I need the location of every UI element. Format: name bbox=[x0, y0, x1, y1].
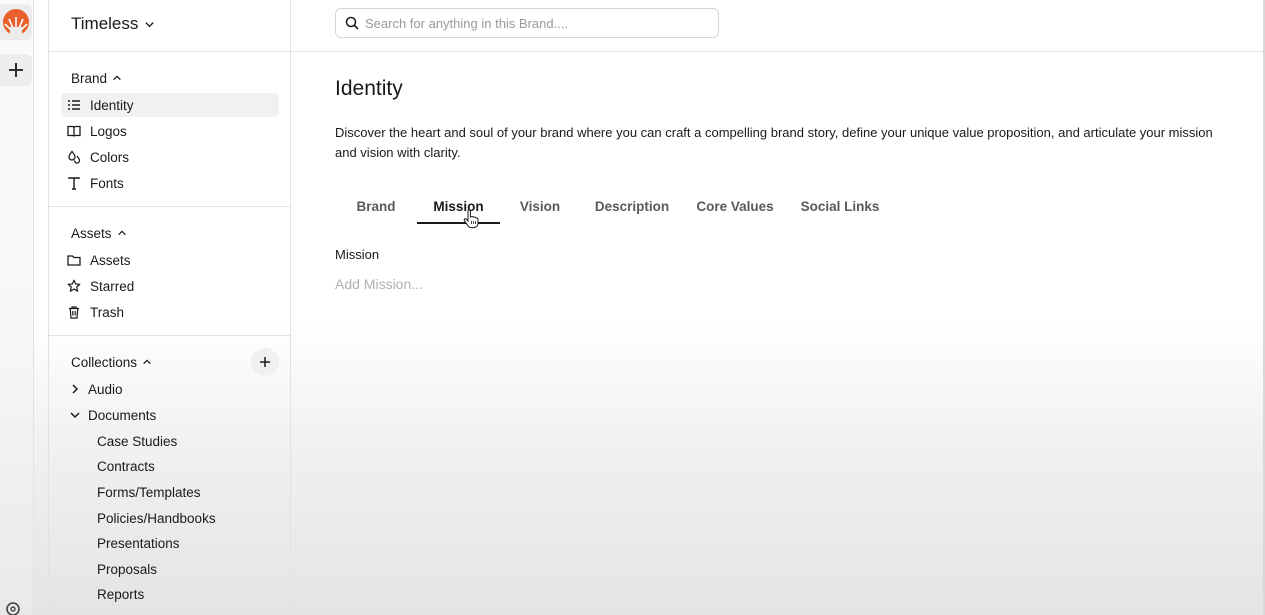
chevron-up-icon bbox=[143, 359, 151, 365]
section-brand-label: Brand bbox=[71, 70, 108, 86]
tab-label: Brand bbox=[356, 198, 396, 214]
search-icon bbox=[345, 16, 359, 30]
divider bbox=[49, 335, 290, 336]
collection-item-label: Case Studies bbox=[97, 433, 178, 449]
collection-item-reports[interactable]: Reports bbox=[97, 583, 144, 605]
workspace-switcher[interactable]: Timeless bbox=[71, 13, 155, 35]
page-title: Identity bbox=[335, 77, 403, 100]
add-collection-button[interactable] bbox=[251, 348, 279, 376]
sidebar-item-label: Starred bbox=[90, 278, 135, 294]
tab-description[interactable]: Description bbox=[580, 188, 684, 224]
collection-item-proposals[interactable]: Proposals bbox=[97, 558, 157, 580]
section-brand-toggle[interactable]: Brand bbox=[71, 69, 122, 87]
tab-core-values[interactable]: Core Values bbox=[684, 188, 786, 224]
tab-label: Vision bbox=[519, 198, 561, 214]
plus-icon bbox=[9, 63, 23, 77]
list-icon bbox=[68, 100, 80, 110]
collection-documents[interactable]: Documents bbox=[69, 404, 156, 426]
mission-input[interactable] bbox=[335, 274, 935, 294]
divider bbox=[291, 51, 1265, 52]
hand-pointer-icon bbox=[463, 209, 479, 229]
gear-icon[interactable] bbox=[4, 600, 22, 615]
workspace-logo-button[interactable] bbox=[0, 4, 32, 40]
chevron-down-icon bbox=[70, 412, 80, 419]
sidebar: Timeless Brand Identity Logos Colors Fon… bbox=[48, 0, 291, 615]
collection-label: Audio bbox=[88, 381, 123, 397]
chevron-down-icon bbox=[145, 21, 155, 27]
chevron-up-icon bbox=[117, 230, 126, 236]
collection-item-policies-handbooks[interactable]: Policies/Handbooks bbox=[97, 507, 216, 529]
star-icon bbox=[67, 279, 81, 292]
collection-item-forms-templates[interactable]: Forms/Templates bbox=[97, 481, 201, 503]
tab-label: Description bbox=[594, 198, 670, 214]
chevron-right-icon bbox=[72, 384, 79, 394]
sidebar-item-assets[interactable]: Assets bbox=[61, 248, 279, 272]
tab-brand[interactable]: Brand bbox=[335, 188, 417, 224]
search-input[interactable] bbox=[365, 15, 705, 31]
workspace-name: Timeless bbox=[71, 14, 139, 33]
sidebar-item-identity[interactable]: Identity bbox=[61, 93, 279, 117]
book-icon bbox=[67, 125, 81, 137]
collection-item-case-studies[interactable]: Case Studies bbox=[97, 430, 177, 452]
mission-field-label: Mission bbox=[335, 247, 380, 262]
section-assets-toggle[interactable]: Assets bbox=[71, 224, 127, 242]
collection-audio[interactable]: Audio bbox=[69, 378, 123, 400]
search-bar[interactable] bbox=[335, 8, 719, 38]
divider bbox=[49, 51, 290, 52]
folder-icon bbox=[67, 255, 81, 266]
collection-item-presentations[interactable]: Presentations bbox=[97, 532, 180, 554]
divider bbox=[49, 206, 290, 207]
sidebar-item-label: Colors bbox=[90, 149, 130, 165]
section-collections-toggle[interactable]: Collections bbox=[71, 353, 152, 371]
type-icon bbox=[68, 177, 80, 190]
active-tab-indicator bbox=[417, 222, 500, 224]
sunburst-logo-icon bbox=[3, 9, 29, 36]
collection-item-label: Reports bbox=[97, 586, 145, 602]
tab-label: Social Links bbox=[800, 198, 880, 214]
collection-item-label: Policies/Handbooks bbox=[97, 510, 216, 526]
tab-mission[interactable]: Mission bbox=[417, 188, 500, 224]
sidebar-item-label: Logos bbox=[90, 123, 127, 139]
collection-label: Documents bbox=[88, 407, 157, 423]
sidebar-item-logos[interactable]: Logos bbox=[61, 119, 279, 143]
sidebar-item-label: Assets bbox=[90, 252, 131, 268]
chevron-up-icon bbox=[113, 75, 121, 81]
app-window: Timeless Brand Identity Logos Colors Fon… bbox=[0, 0, 1265, 615]
collection-item-label: Presentations bbox=[97, 535, 180, 551]
collection-item-contracts[interactable]: Contracts bbox=[97, 455, 155, 477]
plus-icon bbox=[260, 357, 270, 367]
sidebar-item-label: Trash bbox=[90, 304, 125, 320]
collection-item-label: Contracts bbox=[97, 458, 155, 474]
tab-vision[interactable]: Vision bbox=[500, 188, 580, 224]
tab-label: Core Values bbox=[696, 198, 774, 214]
collection-item-label: Forms/Templates bbox=[97, 484, 201, 500]
drops-icon bbox=[68, 150, 81, 164]
sidebar-item-trash[interactable]: Trash bbox=[61, 300, 279, 324]
sidebar-item-starred[interactable]: Starred bbox=[61, 274, 279, 298]
section-collections-label: Collections bbox=[71, 354, 138, 370]
sidebar-item-label: Identity bbox=[90, 97, 134, 113]
page-description: Discover the heart and soul of your bran… bbox=[335, 125, 1213, 160]
sidebar-item-colors[interactable]: Colors bbox=[61, 145, 279, 169]
trash-icon bbox=[69, 306, 79, 319]
section-assets-label: Assets bbox=[71, 225, 112, 241]
collection-item-label: Proposals bbox=[97, 561, 158, 577]
sidebar-item-label: Fonts bbox=[90, 175, 124, 191]
tab-social-links[interactable]: Social Links bbox=[786, 188, 894, 224]
sidebar-item-fonts[interactable]: Fonts bbox=[61, 171, 279, 195]
add-workspace-button[interactable] bbox=[0, 54, 32, 86]
workspace-rail bbox=[0, 0, 34, 615]
